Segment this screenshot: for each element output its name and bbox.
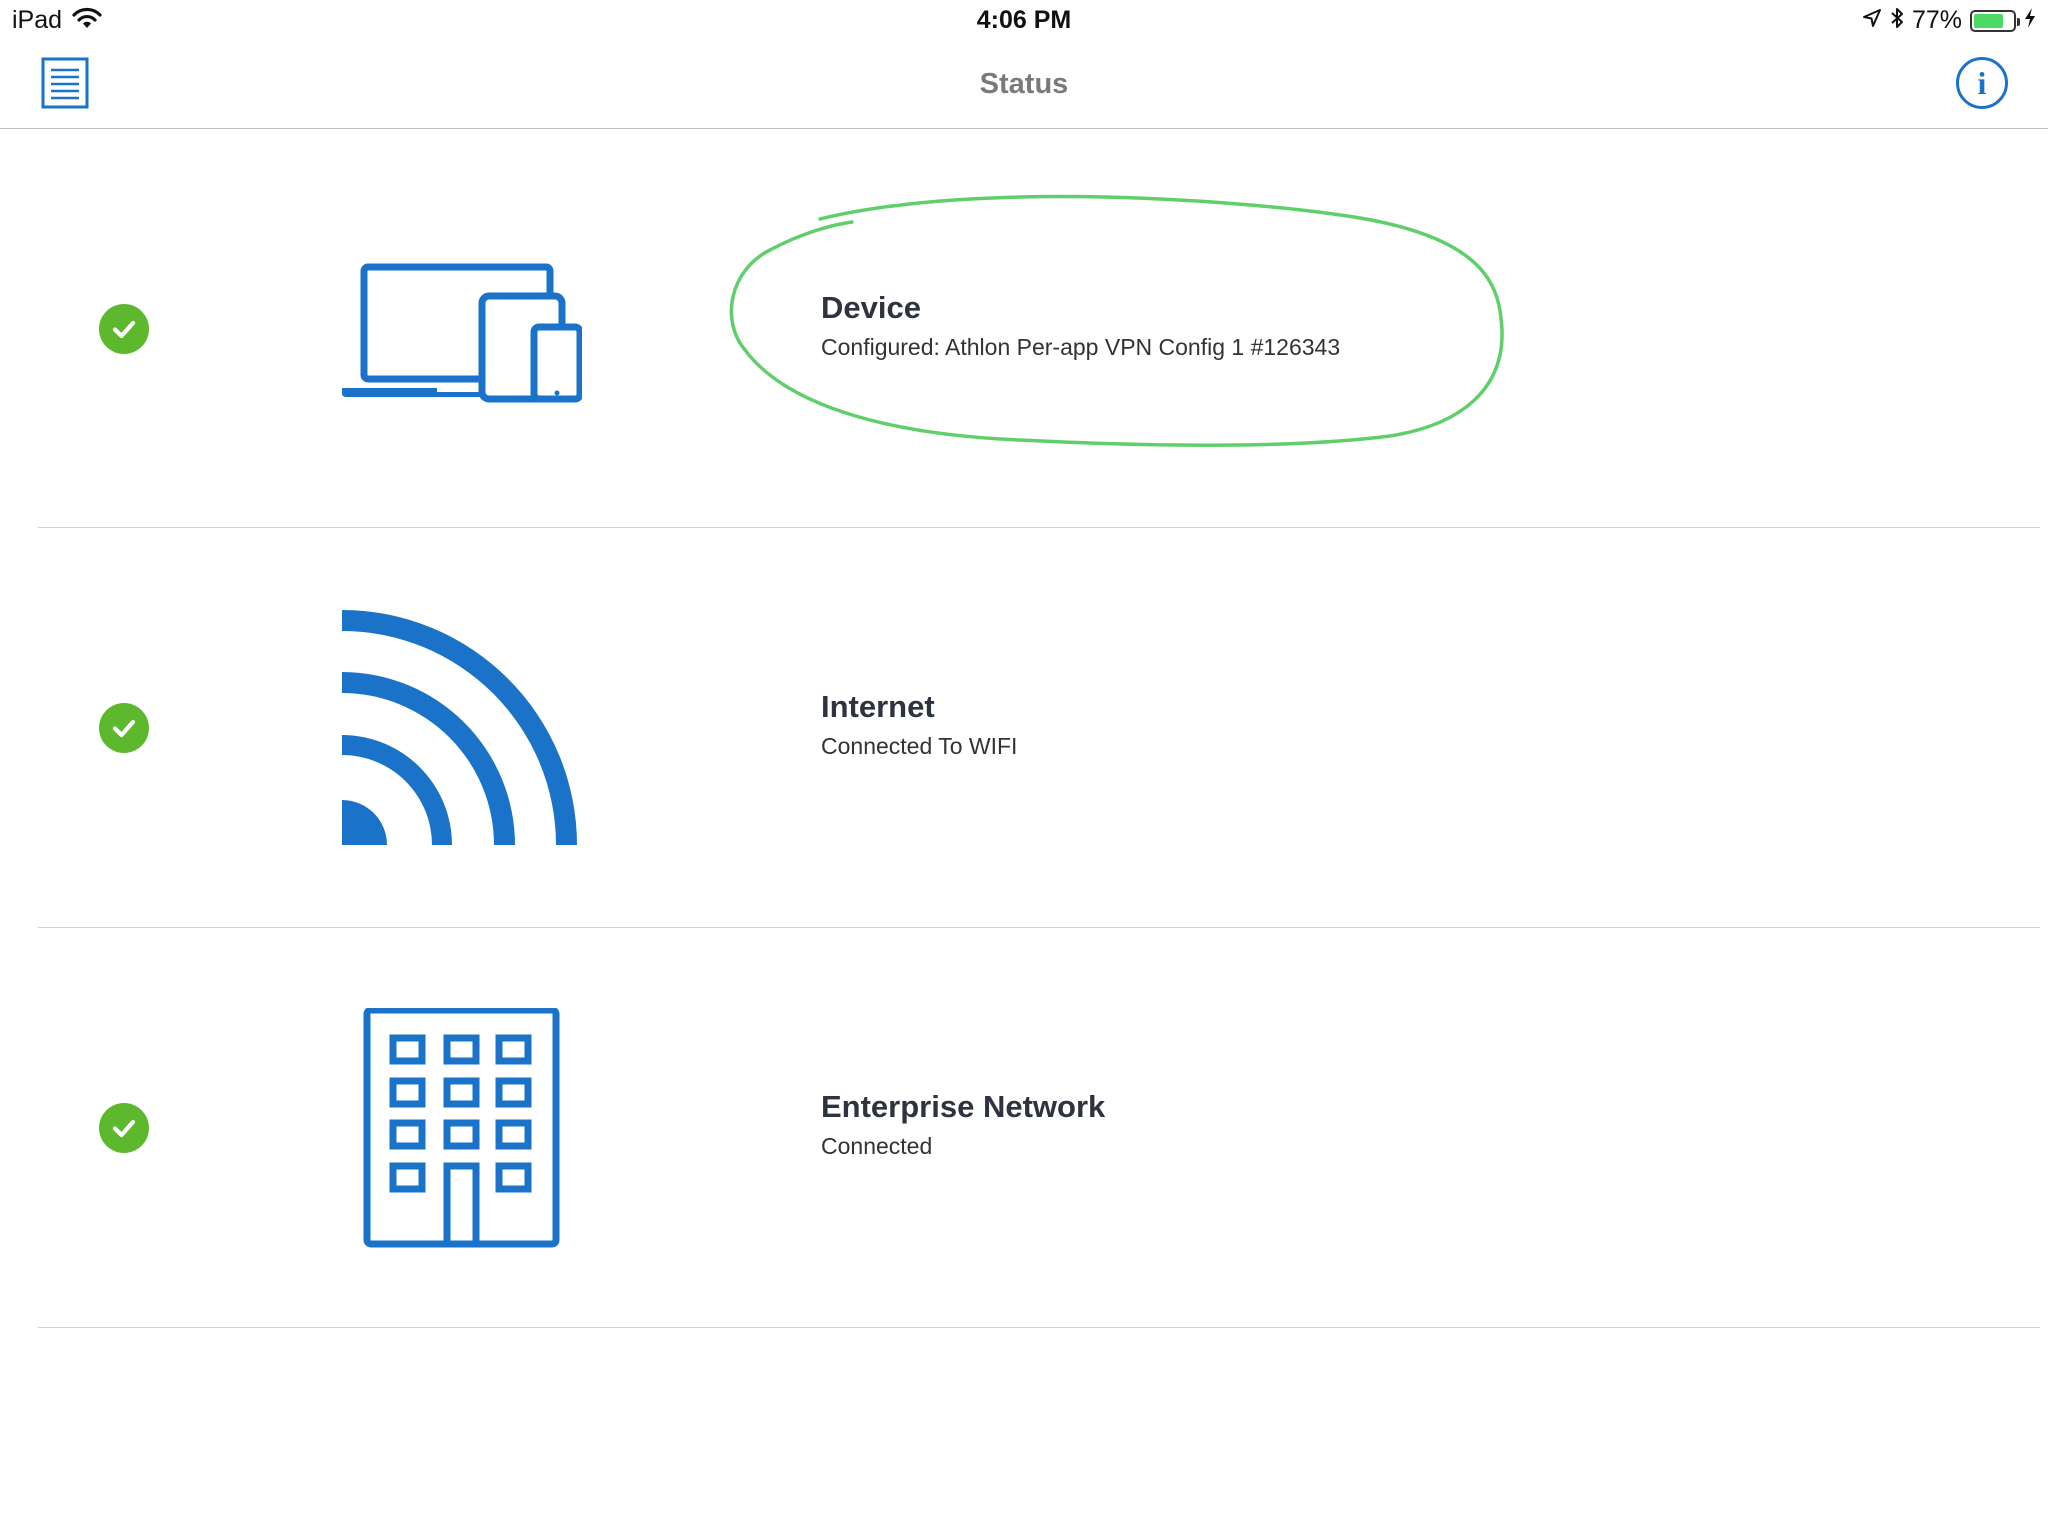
status-row-text: Device Configured: Athlon Per-app VPN Co… — [821, 289, 1340, 363]
status-row-text: Internet Connected To WIFI — [821, 688, 1017, 762]
status-row-text: Enterprise Network Connected — [821, 1088, 1105, 1162]
charging-bolt-icon — [2024, 7, 2036, 34]
navigation-bar: Status i — [0, 40, 2048, 129]
status-row-enterprise-network: Enterprise Network Connected — [38, 928, 2040, 1328]
status-row-device: Device Configured: Athlon Per-app VPN Co… — [38, 129, 2040, 528]
check-circle-icon — [99, 1103, 149, 1153]
wifi-signal-icon — [342, 608, 582, 848]
status-row-internet: Internet Connected To WIFI — [38, 528, 2040, 928]
row-subtitle: Connected To WIFI — [821, 733, 1018, 759]
row-title: Enterprise Network — [821, 1089, 1106, 1124]
page-title: Status — [979, 68, 1069, 100]
row-title: Device — [821, 290, 921, 325]
check-circle-icon — [99, 304, 149, 354]
location-arrow-icon — [1862, 8, 1882, 33]
battery-level — [1974, 13, 2003, 28]
office-building-icon — [342, 1006, 582, 1248]
battery-percent: 77% — [1911, 6, 1962, 34]
check-circle-icon — [99, 703, 149, 753]
row-title: Internet — [821, 689, 935, 724]
status-bar: iPad 4:06 PM 77% — [0, 0, 2048, 40]
info-icon: i — [1977, 65, 1987, 101]
row-subtitle: Connected — [821, 1133, 933, 1159]
bluetooth-icon — [1890, 6, 1904, 35]
devices-icon — [342, 209, 584, 449]
status-bar-right: 77% — [1854, 6, 2036, 35]
row-subtitle: Configured: Athlon Per-app VPN Config 1 … — [821, 334, 1341, 360]
status-list: Device Configured: Athlon Per-app VPN Co… — [0, 129, 2048, 1328]
battery-icon — [1970, 9, 2020, 32]
clock: 4:06 PM — [976, 6, 1072, 34]
info-button[interactable]: i — [1956, 57, 2008, 109]
battery-tip — [2017, 17, 2020, 26]
status-screen: iPad 4:06 PM 77% Status i Device Configu… — [0, 0, 2048, 1536]
